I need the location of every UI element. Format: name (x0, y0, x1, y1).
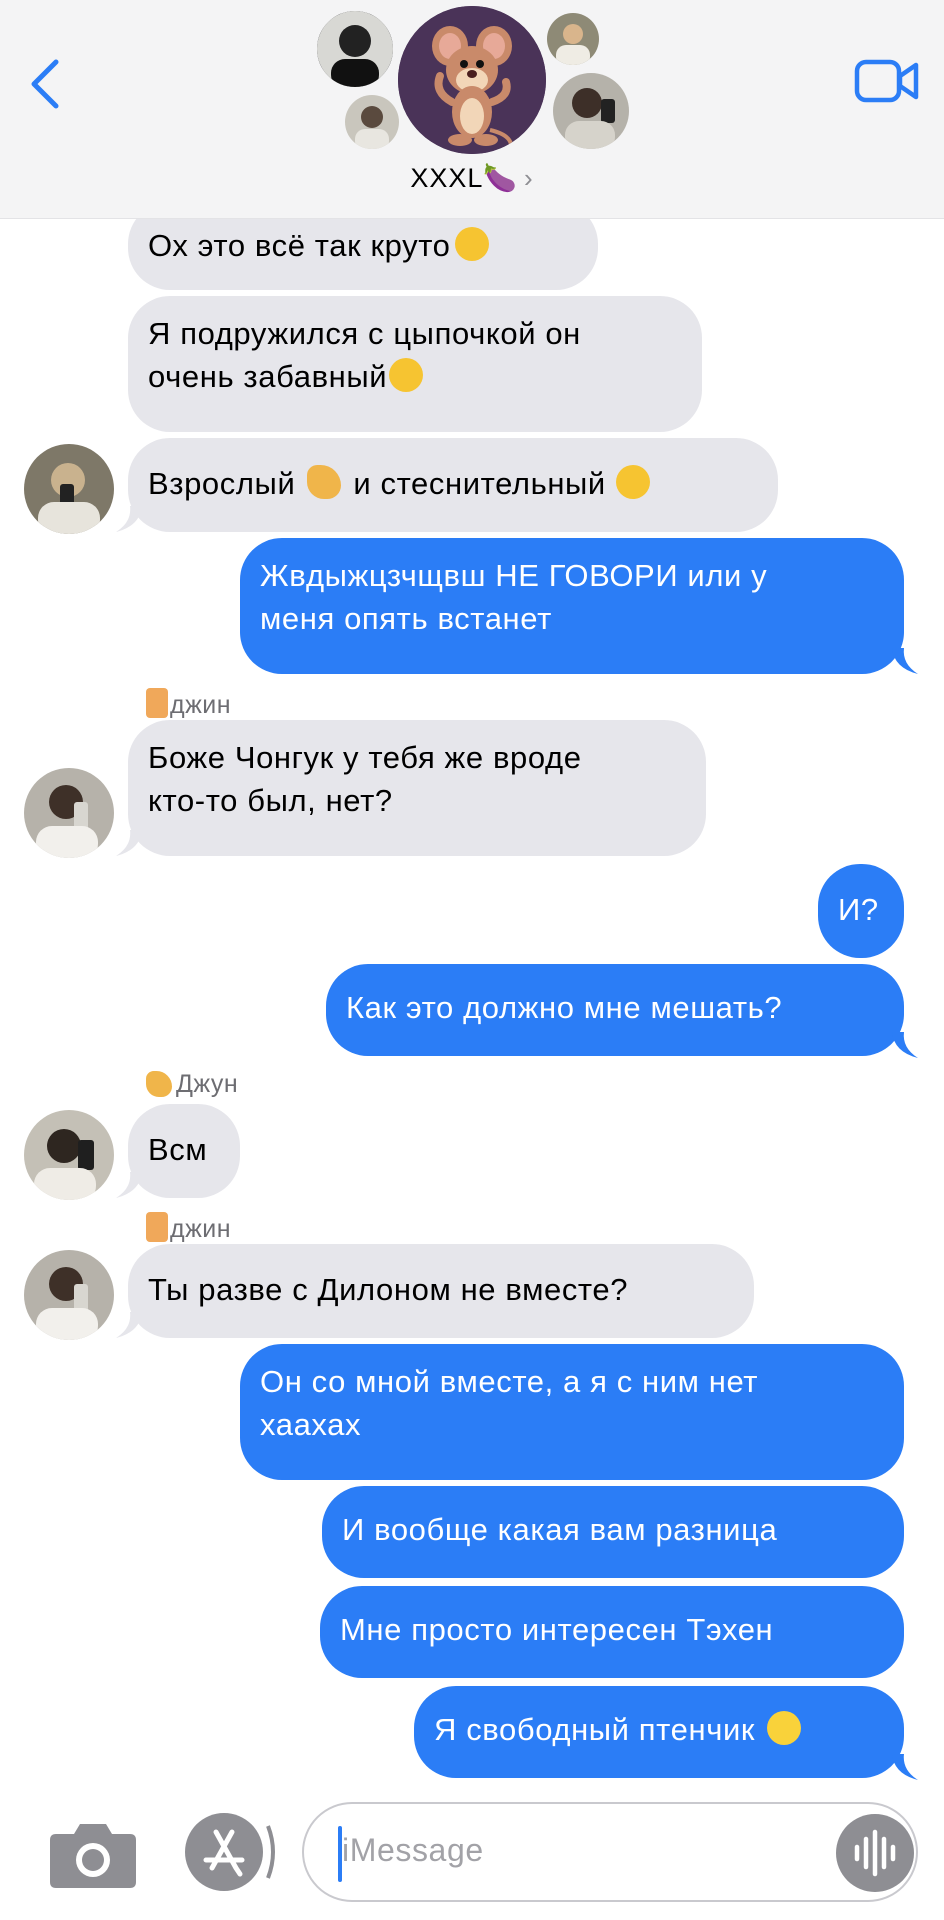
member-avatar[interactable] (544, 10, 602, 68)
sender-avatar[interactable] (24, 444, 114, 534)
voice-message-button[interactable] (836, 1814, 914, 1892)
beverage-box-icon (146, 688, 168, 718)
app-store-icon (185, 1813, 275, 1891)
camera-icon (50, 1824, 136, 1888)
baby-chick-icon (767, 1711, 802, 1745)
zany-face-icon (389, 358, 424, 392)
group-name: XXXL🍆 (410, 163, 518, 193)
group-name-button[interactable]: XXXL🍆 › (0, 162, 944, 194)
bubble-tail (892, 648, 918, 674)
conversation-header: XXXL🍆 › (0, 0, 944, 219)
face-hand-over-mouth-icon (454, 227, 489, 261)
mouse-cartoon-icon (398, 6, 546, 154)
outgoing-message[interactable]: И? (818, 864, 904, 958)
bubble-tail (892, 1032, 918, 1058)
incoming-message[interactable]: Боже Чонгук у тебя же вроде кто-то был, … (128, 720, 706, 856)
member-avatar[interactable] (314, 8, 396, 90)
app-store-button[interactable] (182, 1810, 278, 1894)
camera-button[interactable] (48, 1818, 138, 1890)
back-button[interactable] (26, 56, 66, 112)
sender-name: джин (146, 1212, 231, 1244)
outgoing-message[interactable]: Как это должно мне мешать? (326, 964, 904, 1056)
sender-name: джин (146, 688, 231, 720)
member-avatar[interactable] (342, 92, 402, 152)
message-input-placeholder: iMessage (342, 1832, 484, 1868)
outgoing-message[interactable]: Я свободный птенчик (414, 1686, 904, 1778)
outgoing-message[interactable]: Мне просто интересен Тэхен (320, 1586, 904, 1678)
back-chevron-icon (31, 59, 59, 109)
message-input[interactable]: iMessage (302, 1802, 918, 1902)
outgoing-message[interactable]: Он со мной вместе, а я с ним нет хаахах (240, 1344, 904, 1480)
sender-name: Джун (146, 1070, 238, 1099)
beverage-box-icon (146, 1212, 168, 1242)
incoming-message[interactable]: Взрослый и стеснительный (128, 438, 778, 532)
face-holding-back-tears-icon (615, 465, 650, 499)
incoming-message[interactable]: Я подружился с цыпочкой он очень забавны… (128, 296, 702, 432)
group-avatar[interactable] (398, 6, 546, 154)
flexed-biceps-icon (146, 1071, 172, 1097)
chevron-right-icon: › (524, 163, 534, 193)
sender-avatar[interactable] (24, 1250, 114, 1340)
video-call-button[interactable] (854, 58, 920, 104)
incoming-message[interactable]: Ты разве с Дилоном не вместе? (128, 1244, 754, 1338)
sender-avatar[interactable] (24, 768, 114, 858)
member-avatar[interactable] (550, 70, 632, 152)
incoming-message[interactable]: Всм (128, 1104, 240, 1198)
voice-waveform-icon (854, 1829, 896, 1877)
bubble-tail (892, 1754, 918, 1780)
outgoing-message[interactable]: И вообще какая вам разница (322, 1486, 904, 1578)
video-camera-icon (854, 59, 919, 103)
outgoing-message[interactable]: Жвдыжцзчщвш НЕ ГОВОРИ или у меня опять в… (240, 538, 904, 674)
flexed-biceps-icon (307, 465, 342, 499)
sender-avatar[interactable] (24, 1110, 114, 1200)
